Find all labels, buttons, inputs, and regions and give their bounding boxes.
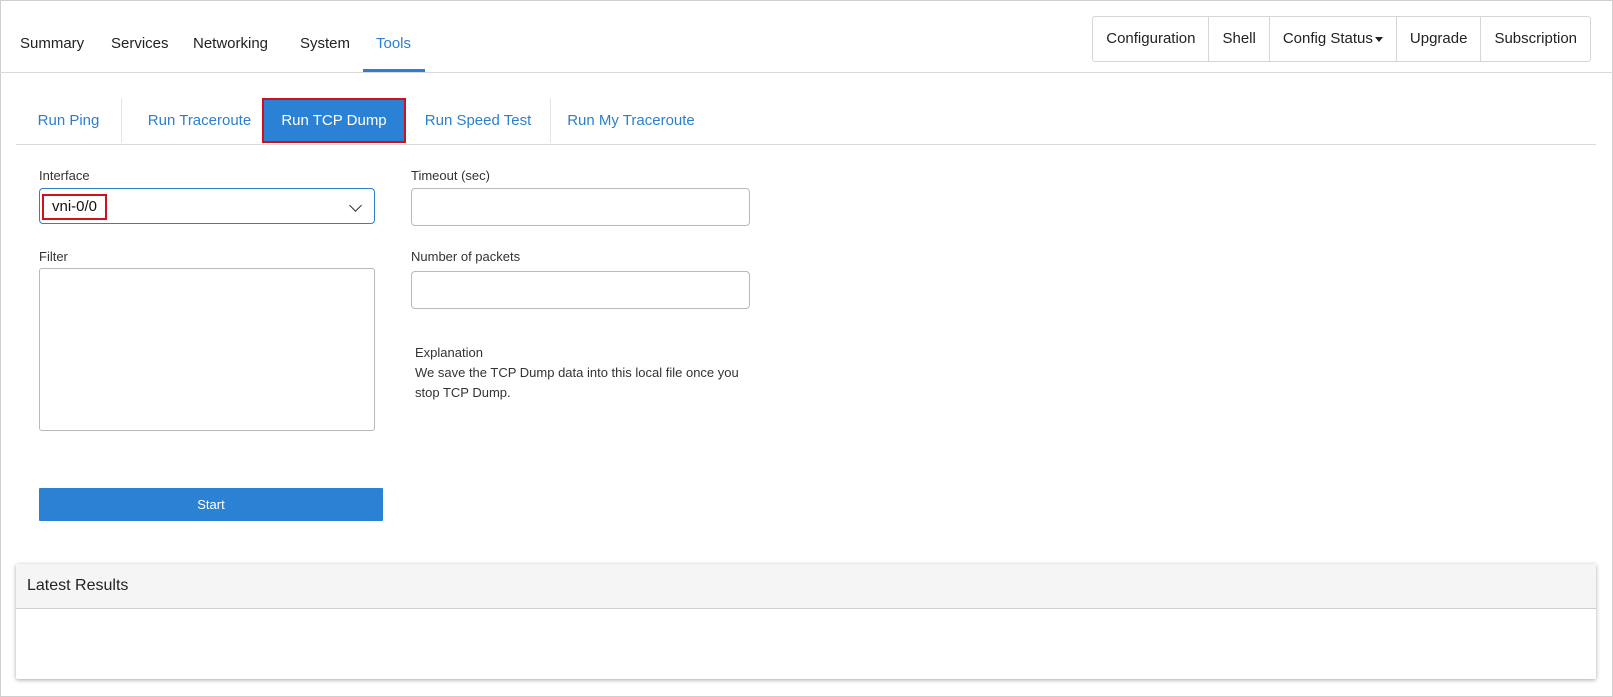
caret-down-icon [1374,36,1383,42]
start-button[interactable]: Start [39,488,383,521]
configuration-button[interactable]: Configuration [1093,17,1210,61]
subtab-run-my-traceroute[interactable]: Run My Traceroute [551,98,711,143]
filter-label: Filter [39,249,68,264]
nav-tab-system[interactable]: System [300,35,350,52]
active-tab-indicator [363,69,425,72]
subscription-button[interactable]: Subscription [1481,17,1590,61]
subtab-run-traceroute[interactable]: Run Traceroute [122,98,277,143]
chevron-down-icon [349,199,362,212]
nav-tab-tools[interactable]: Tools [376,35,411,52]
top-nav: Summary Services Networking System Tools… [0,0,1613,73]
nav-tab-networking[interactable]: Networking [193,35,268,52]
latest-results-title: Latest Results [16,564,1596,609]
timeout-input[interactable] [411,188,750,226]
action-button-group: Configuration Shell Config Status Upgrad… [1092,16,1591,62]
filter-textarea[interactable] [39,268,375,431]
interface-label: Interface [39,168,90,183]
interface-select[interactable]: vni-0/0 [39,188,375,224]
tools-subtabs: Run Ping Run Traceroute Run TCP Dump Run… [16,98,1596,145]
packets-input[interactable] [411,271,750,309]
explanation-title: Explanation [415,345,483,360]
nav-tab-services[interactable]: Services [111,35,169,52]
latest-results-panel: Latest Results [16,564,1596,679]
nav-tab-summary[interactable]: Summary [20,35,84,52]
subtab-run-tcp-dump[interactable]: Run TCP Dump [262,98,406,143]
interface-selected-value: vni-0/0 [42,194,108,220]
subtab-run-speed-test[interactable]: Run Speed Test [406,98,551,143]
timeout-label: Timeout (sec) [411,168,490,183]
packets-label: Number of packets [411,249,521,264]
config-status-dropdown[interactable]: Config Status [1270,17,1397,61]
subtab-run-ping[interactable]: Run Ping [16,98,122,143]
explanation-text: We save the TCP Dump data into this loca… [415,365,739,400]
config-status-label: Config Status [1282,30,1373,47]
shell-button[interactable]: Shell [1209,17,1270,61]
upgrade-button[interactable]: Upgrade [1397,17,1482,61]
